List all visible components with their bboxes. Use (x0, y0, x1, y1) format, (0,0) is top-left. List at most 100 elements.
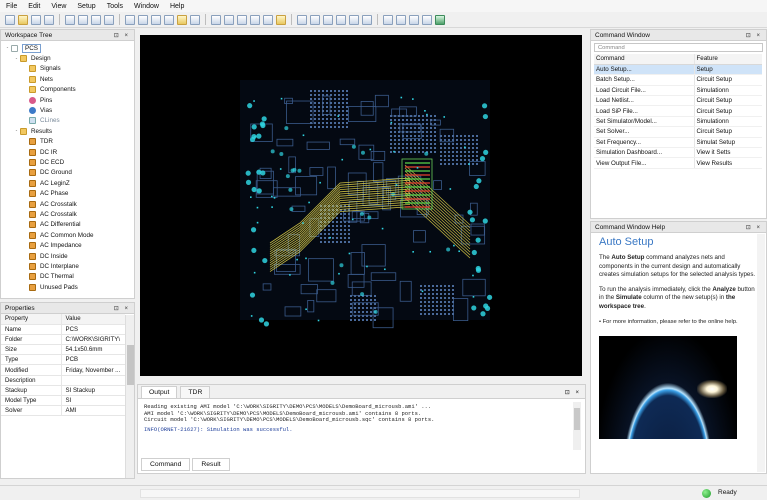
scroll-thumb[interactable] (127, 345, 134, 385)
tree-item-dc-interplane[interactable]: DC Interplane (1, 261, 134, 271)
save-all-icon[interactable] (44, 14, 54, 25)
tree-item-dc-ground[interactable]: DC Ground (1, 168, 134, 178)
command-name[interactable]: Set Simulator/Model... (594, 116, 695, 128)
simulate-icon[interactable] (435, 14, 445, 25)
command-name[interactable]: Simulation Dashboard... (594, 147, 695, 159)
menu-help[interactable]: Help (170, 3, 184, 10)
net-icon[interactable] (211, 14, 221, 25)
command-name[interactable]: Load SiP File... (594, 105, 695, 117)
tab-tdr[interactable]: TDR (180, 386, 211, 398)
menu-window[interactable]: Window (134, 3, 159, 10)
zoom-box-icon[interactable] (362, 14, 372, 25)
panel-controls-icon[interactable]: ⊡ × (561, 387, 585, 398)
tree-item-dc-ecd[interactable]: DC ECD (1, 157, 134, 167)
tree-item-pcs[interactable]: - PCS (1, 43, 134, 53)
trace-icon[interactable] (250, 14, 260, 25)
command-row[interactable]: Set Frequency... Simulat Setup (594, 137, 762, 149)
panel-controls-icon[interactable]: ⊡ × (114, 305, 130, 312)
zoom-in-icon[interactable] (323, 14, 333, 25)
property-row[interactable]: Folder C:\WORK\SIGRITY\ (1, 334, 125, 346)
cut-icon[interactable] (65, 14, 75, 25)
snap-icon[interactable] (310, 14, 320, 25)
tree-item-components[interactable]: Components (1, 85, 134, 95)
command-name[interactable]: Load Circuit File... (594, 85, 695, 97)
menu-setup[interactable]: Setup (77, 3, 95, 10)
tree-item-ac-impedance[interactable]: AC Impedance (1, 240, 134, 250)
select-icon[interactable] (151, 14, 161, 25)
grid-icon[interactable] (297, 14, 307, 25)
command-name[interactable]: Load Netlist... (594, 95, 695, 107)
copy-icon[interactable] (78, 14, 88, 25)
command-name[interactable]: Auto Setup... (594, 64, 695, 76)
property-value[interactable]: PCB (61, 354, 125, 366)
tree-item-ac-differential[interactable]: AC Differential (1, 220, 134, 230)
tree-item-ac-phase[interactable]: AC Phase (1, 188, 134, 198)
command-row[interactable]: Load Circuit File... Simulationn (594, 85, 762, 97)
property-value[interactable]: PCS (61, 324, 125, 335)
menu-edit[interactable]: Edit (28, 3, 40, 10)
command-name[interactable]: Batch Setup... (594, 74, 695, 86)
menu-tools[interactable]: Tools (107, 3, 123, 10)
tree-item-results[interactable]: - Results (1, 126, 134, 136)
pcb-layout-canvas[interactable] (140, 35, 582, 376)
property-value[interactable]: Friday, November ... (61, 364, 125, 376)
view-3d-icon[interactable] (383, 14, 393, 25)
tree-item-pins[interactable]: Pins (1, 95, 134, 105)
via-icon[interactable] (237, 14, 247, 25)
tree-item-dc-thermal[interactable]: DC Thermal (1, 272, 134, 282)
tree-item-ac-crosstalk[interactable]: AC Crosstalk (1, 209, 134, 219)
panel-controls-icon[interactable]: ⊡ × (746, 224, 762, 231)
command-row[interactable]: View Output File... View Results (594, 157, 762, 169)
zoom-out-icon[interactable] (336, 14, 346, 25)
properties-scrollbar[interactable] (125, 315, 134, 478)
component-icon[interactable] (224, 14, 234, 25)
undo-icon[interactable] (125, 14, 135, 25)
tree-item-clines[interactable]: CLines (1, 116, 134, 126)
tree-item-signals[interactable]: Signals (1, 64, 134, 74)
command-row[interactable]: Batch Setup... Circuit Setup (594, 74, 762, 86)
tree-item-vias[interactable]: Vias (1, 105, 134, 115)
tree-item-dc-inside[interactable]: DC Inside (1, 251, 134, 261)
help-scrollbar[interactable] (757, 234, 765, 472)
shape-icon[interactable] (263, 14, 273, 25)
print-icon[interactable] (104, 14, 114, 25)
tree-item-unused-pads[interactable]: Unused Pads (1, 282, 134, 292)
property-row[interactable]: Size 54.1x50.6mm (1, 344, 125, 356)
tree-item-ac-common-mode[interactable]: AC Common Mode (1, 230, 134, 240)
menu-view[interactable]: View (51, 3, 66, 10)
property-value[interactable]: 54.1x50.6mm (61, 344, 125, 356)
save-icon[interactable] (31, 14, 41, 25)
tab-output[interactable]: Output (141, 386, 178, 398)
pan-icon[interactable] (409, 14, 419, 25)
scroll-thumb[interactable] (574, 408, 580, 430)
output-scrollbar[interactable] (573, 402, 581, 450)
tree-item-dc-ir[interactable]: DC IR (1, 147, 134, 157)
refresh-icon[interactable] (396, 14, 406, 25)
command-row[interactable]: Load SiP File... Circuit Setup (594, 105, 762, 117)
pcb-layout-drawing[interactable] (140, 35, 582, 376)
command-name[interactable]: View Output File... (594, 157, 695, 169)
property-row[interactable]: Model Type SI (1, 395, 125, 407)
command-name[interactable]: Set Frequency... (594, 137, 695, 149)
property-value[interactable]: SI (61, 395, 125, 407)
panel-controls-icon[interactable]: ⊡ × (114, 32, 130, 39)
expand-toggle-icon[interactable]: - (4, 45, 11, 51)
tab-result[interactable]: Result (192, 458, 230, 471)
command-row[interactable]: Simulation Dashboard... View it Setts (594, 147, 762, 159)
menu-file[interactable]: File (6, 3, 17, 10)
command-row[interactable]: Set Simulator/Model... Simulationn (594, 116, 762, 128)
property-row[interactable]: Modified Friday, November ... (1, 364, 125, 376)
property-row[interactable]: Name PCS (1, 324, 125, 335)
panel-controls-icon[interactable]: ⊡ × (746, 32, 762, 39)
command-name[interactable]: Set Solver... (594, 126, 695, 138)
tree-item-ac-leginz[interactable]: AC LeginZ (1, 178, 134, 188)
tab-command[interactable]: Command (141, 458, 191, 471)
expand-toggle-icon[interactable]: - (13, 56, 20, 62)
property-row[interactable]: Stackup SI Stackup (1, 385, 125, 397)
new-file-icon[interactable] (5, 14, 15, 25)
property-value[interactable] (61, 375, 125, 386)
tree-item-design[interactable]: - Design (1, 53, 134, 63)
property-row[interactable]: Description (1, 375, 125, 386)
property-value[interactable]: C:\WORK\SIGRITY\ (61, 334, 125, 346)
layer-icon[interactable] (164, 14, 174, 25)
